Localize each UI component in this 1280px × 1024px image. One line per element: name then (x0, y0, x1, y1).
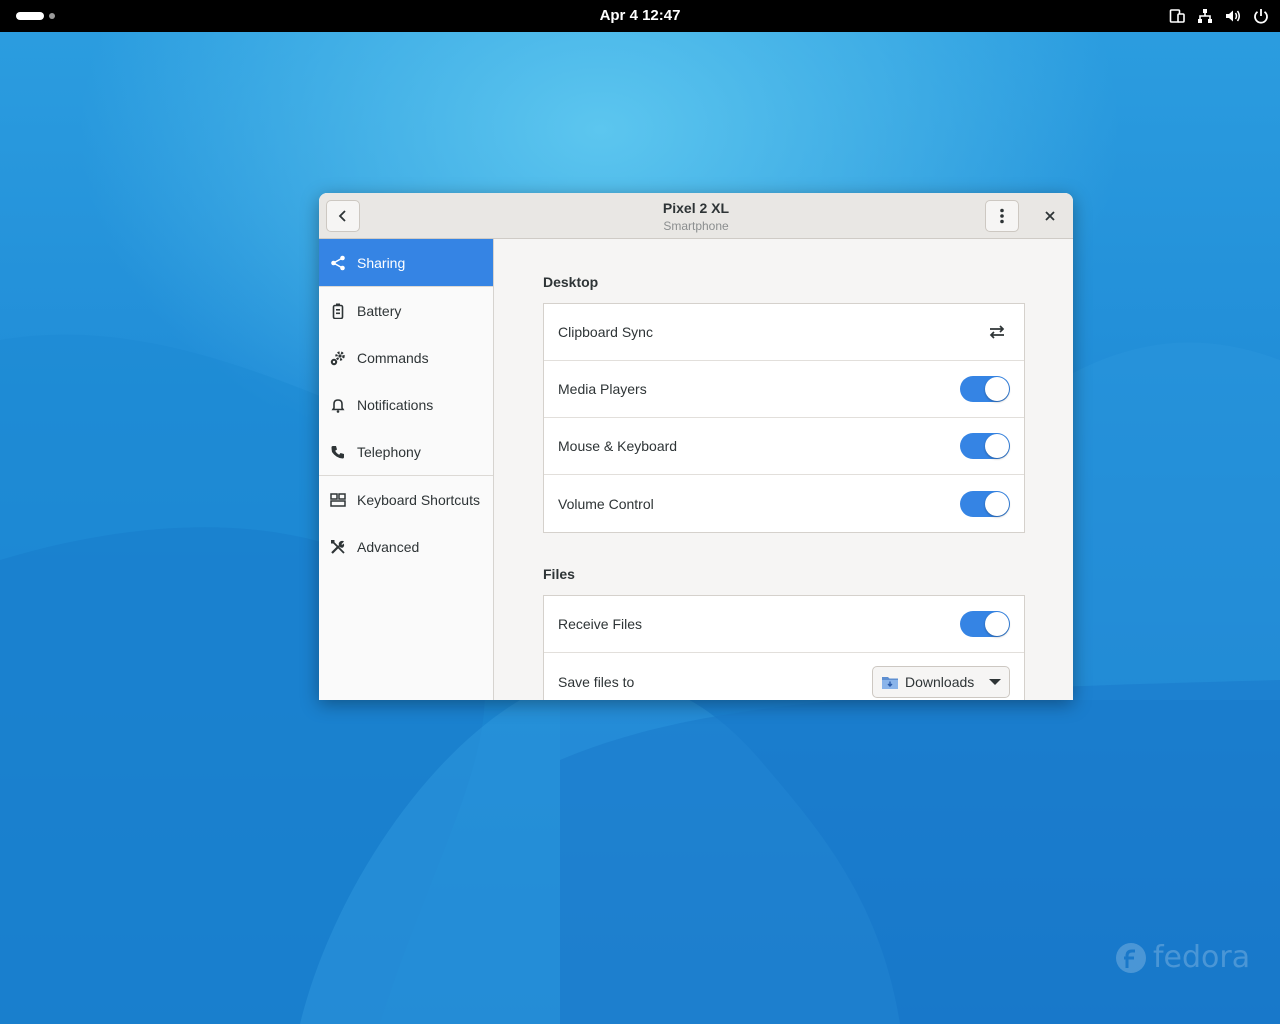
fedora-logo: fedora (1115, 940, 1250, 975)
sync-arrows-icon[interactable] (988, 324, 1006, 340)
section-title-desktop: Desktop (543, 274, 599, 290)
sidebar-item-notifications[interactable]: Notifications (319, 381, 493, 428)
row-label: Receive Files (558, 616, 643, 632)
row-label: Save files to (558, 673, 635, 690)
window-subtitle: Smartphone (663, 219, 729, 233)
files-list: Receive Files Save files to Downloads (543, 595, 1025, 700)
row-label: Media Players (558, 381, 647, 397)
header-bar: Pixel 2 XL Smartphone (319, 193, 1073, 239)
content-pane[interactable]: Desktop Clipboard Sync Media Players Mou… (494, 239, 1073, 700)
network-wired-icon[interactable] (1196, 7, 1214, 25)
volume-icon[interactable] (1224, 7, 1242, 25)
top-bar: Apr 4 12:47 (0, 0, 1280, 32)
volume-control-switch[interactable] (960, 490, 1010, 517)
row-label: Clipboard Sync (558, 324, 653, 340)
sidebar-item-label: Advanced (357, 538, 420, 555)
sidebar-item-sharing[interactable]: Sharing (319, 239, 493, 286)
battery-icon (332, 303, 344, 319)
sidebar-item-label: Battery (357, 302, 402, 319)
sidebar-item-keyboard-shortcuts[interactable]: Keyboard Shortcuts (319, 476, 493, 523)
bell-icon (331, 398, 345, 413)
list-row-save-files-to[interactable]: Save files to Downloads (544, 653, 1024, 700)
list-row-receive-files[interactable]: Receive Files (544, 596, 1024, 653)
sidebar-item-label: Notifications (357, 396, 434, 413)
receive-files-switch[interactable] (960, 611, 1010, 637)
sidebar-item-advanced[interactable]: Advanced (319, 523, 493, 570)
tools-icon (331, 539, 345, 554)
dropdown-value: Downloads (905, 673, 975, 690)
app-window: Pixel 2 XL Smartphone Sharing Battery Co… (319, 193, 1073, 700)
fedora-wordmark: fedora (1153, 940, 1251, 975)
clock[interactable]: Apr 4 12:47 (540, 0, 740, 32)
activities-indicator[interactable] (16, 12, 44, 20)
sidebar: Sharing Battery Commands Notifications T… (319, 239, 494, 700)
sidebar-item-telephony[interactable]: Telephony (319, 428, 493, 475)
save-location-dropdown[interactable]: Downloads (872, 665, 1010, 698)
gears-icon (330, 350, 345, 365)
mouse-keyboard-switch[interactable] (960, 433, 1010, 459)
menu-button[interactable] (985, 200, 1019, 232)
list-row-mouse-keyboard[interactable]: Mouse & Keyboard (544, 418, 1024, 475)
sidebar-item-label: Telephony (357, 443, 421, 460)
sidebar-item-label: Commands (357, 349, 429, 366)
section-title-files: Files (543, 566, 575, 582)
sidebar-item-label: Sharing (357, 254, 406, 271)
kebab-menu-icon (1000, 208, 1004, 224)
row-label: Mouse & Keyboard (558, 438, 678, 454)
window-title: Pixel 2 XL (662, 200, 730, 216)
list-row-clipboard-sync[interactable]: Clipboard Sync (544, 304, 1024, 361)
share-icon (331, 255, 345, 270)
sidebar-item-label: Keyboard Shortcuts (357, 491, 480, 508)
chevron-down-icon (989, 678, 1001, 685)
workspace-dot[interactable] (49, 13, 55, 19)
desktop-list: Clipboard Sync Media Players Mouse & Key… (543, 303, 1025, 533)
switch-knob (985, 377, 1009, 401)
keyboard-shortcuts-icon (330, 492, 346, 507)
list-row-media-players[interactable]: Media Players (544, 361, 1024, 418)
device-icon[interactable] (1168, 7, 1186, 25)
row-label: Volume Control (558, 495, 654, 512)
switch-knob (985, 434, 1009, 458)
sidebar-item-commands[interactable]: Commands (319, 334, 493, 381)
system-tray[interactable] (1168, 0, 1270, 32)
phone-icon (331, 445, 344, 458)
list-row-volume-control[interactable]: Volume Control (544, 475, 1024, 532)
switch-knob (985, 491, 1009, 516)
downloads-folder-icon (882, 676, 898, 689)
switch-knob (985, 612, 1009, 636)
close-icon (1045, 211, 1055, 221)
close-button[interactable] (1035, 204, 1065, 228)
media-players-switch[interactable] (960, 376, 1010, 402)
sidebar-item-battery[interactable]: Battery (319, 287, 493, 334)
fedora-icon (1116, 942, 1146, 973)
power-icon[interactable] (1252, 7, 1270, 25)
